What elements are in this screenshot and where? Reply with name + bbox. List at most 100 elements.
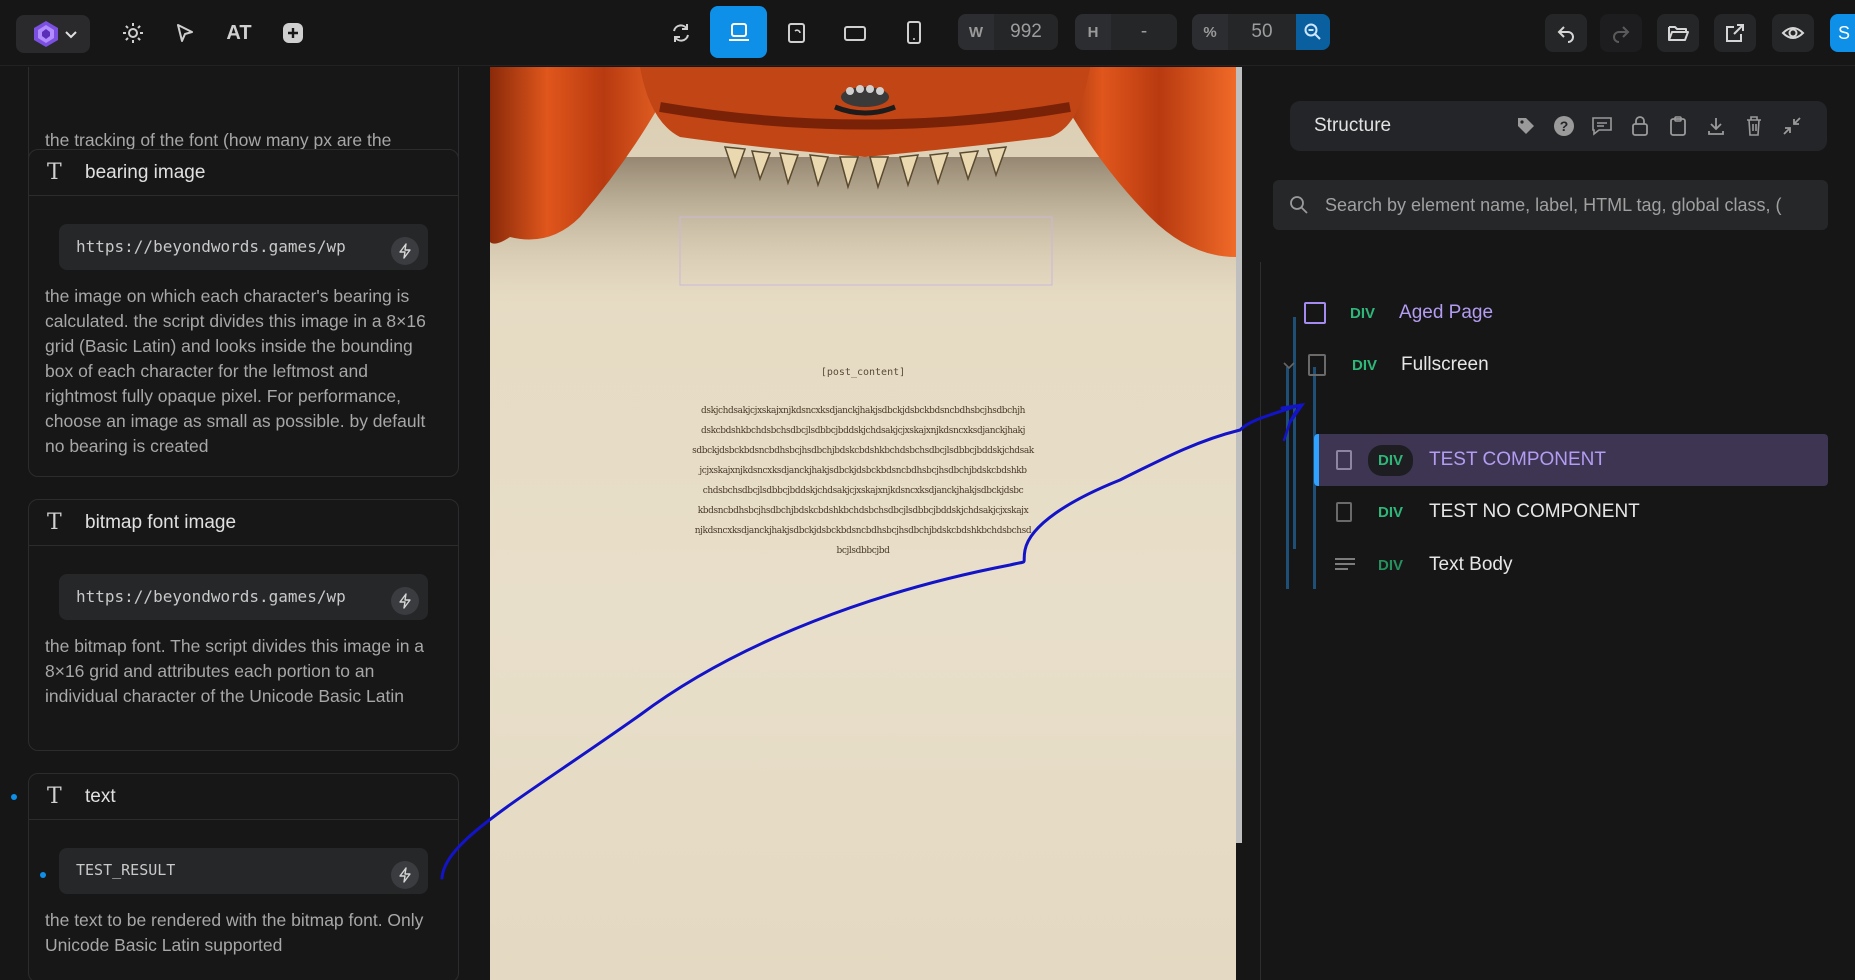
element-label: Text Body	[1429, 554, 1513, 575]
modified-indicator-dot	[11, 794, 17, 800]
redo-button[interactable]	[1600, 14, 1642, 52]
clipboard-icon[interactable]	[1666, 114, 1690, 138]
collapse-all-icon[interactable]	[1780, 114, 1804, 138]
text-input[interactable]: TEST_RESULT	[59, 848, 428, 894]
element-box-icon	[1336, 450, 1352, 470]
dynamic-data-bolt-icon[interactable]	[391, 861, 419, 889]
element-box-icon	[1304, 302, 1326, 324]
element-tag: DIV	[1350, 304, 1376, 322]
redo-icon	[1613, 26, 1630, 43]
text-type-icon: T	[47, 784, 62, 809]
tree-item-test-component[interactable]: DIV TEST COMPONENT	[1314, 434, 1828, 486]
trash-icon[interactable]	[1742, 114, 1766, 138]
height-field[interactable]: H -	[1075, 14, 1177, 50]
comment-icon[interactable]	[1590, 114, 1614, 138]
bearing-image-description: the image on which each character's bear…	[45, 286, 426, 456]
panel-divider	[1242, 67, 1250, 980]
element-label: Aged Page	[1399, 302, 1494, 323]
zoom-field[interactable]: % 50	[1192, 14, 1330, 50]
bitmap-text-line: kbdsncbdhsbcjhsdbchjbdskcbdshkbchdsbchsd…	[697, 506, 1029, 516]
dynamic-data-bolt-icon[interactable]	[391, 237, 419, 265]
undo-button[interactable]	[1545, 14, 1587, 52]
bitmap-text-output: dskjchdsakjcjxskajxnjkdsncxksdjanckjhakj…	[676, 401, 1050, 561]
structure-header: Structure ?	[1290, 101, 1827, 151]
preview-button[interactable]	[1772, 14, 1814, 52]
bitmap-text-line: bcjlsdbbcjbd	[836, 546, 890, 556]
element-box-icon	[1308, 354, 1326, 376]
tree-item-test-no-component[interactable]: DIV TEST NO COMPONENT	[1314, 487, 1828, 537]
bitmap-font-image-card: T bitmap font image https://beyondwords.…	[28, 499, 459, 751]
zoom-label: %	[1192, 14, 1228, 50]
svg-text:?: ?	[1560, 118, 1569, 134]
bitmap-text-line: chdsbchsdbcjlsdbbcjbddskjchdsakjcjxskajx…	[702, 486, 1024, 496]
bitmap-font-image-header: T bitmap font image	[29, 500, 458, 546]
open-external-button[interactable]	[1714, 14, 1756, 52]
save-button[interactable]: S	[1830, 14, 1855, 52]
bitmap-font-image-description: the bitmap font. The script divides this…	[45, 636, 425, 706]
tree-item-aged-page[interactable]: DIV Aged Page	[1290, 288, 1820, 338]
lock-icon[interactable]	[1628, 114, 1652, 138]
tree-guide-line	[1286, 367, 1289, 589]
bearing-image-input[interactable]: https://beyondwords.games/wp	[59, 224, 428, 270]
post-content-placeholder: [post_content]	[820, 367, 906, 378]
tablet-landscape-icon[interactable]	[782, 18, 812, 48]
bitmap-font-image-input[interactable]: https://beyondwords.games/wp	[59, 574, 428, 620]
structure-search[interactable]: Search by element name, label, HTML tag,…	[1273, 180, 1828, 230]
text-description: the text to be rendered with the bitmap …	[45, 910, 424, 955]
chevron-down-icon[interactable]	[1282, 358, 1296, 372]
open-folder-button[interactable]	[1657, 14, 1699, 52]
bitmap-text-line: njkdsncxksdjanckjhakjsdbckjdsbckbdsncbdh…	[694, 526, 1032, 536]
text-type-icon: T	[47, 510, 62, 535]
bitmap-font-image-value: https://beyondwords.games/wp	[76, 587, 346, 606]
dynamic-data-bolt-icon[interactable]	[391, 587, 419, 615]
height-value[interactable]: -	[1111, 21, 1177, 43]
text-value: TEST_RESULT	[76, 861, 176, 879]
refresh-icon[interactable]	[666, 18, 696, 48]
top-toolbar: AT W 992 H - % 50 S	[0, 0, 1855, 66]
cursor-select-icon[interactable]	[170, 18, 200, 48]
tag-icon[interactable]	[1514, 114, 1538, 138]
folder-open-icon	[1668, 26, 1689, 41]
structure-panel: Structure ? Search by element name, labe…	[1250, 67, 1855, 980]
element-label: TEST NO COMPONENT	[1429, 501, 1640, 522]
zoom-out-icon[interactable]	[1296, 14, 1330, 50]
selection-indicator	[1314, 434, 1319, 486]
app-menu-button[interactable]	[16, 15, 90, 53]
tree-item-text-body[interactable]: DIV Text Body	[1314, 540, 1828, 590]
bitmap-text-line: dskcbdshkbchdsbchsdbcjlsdbbcjbddskjchdsa…	[700, 426, 1026, 436]
height-label: H	[1075, 14, 1111, 50]
tree-item-fullscreen[interactable]: DIV Fullscreen	[1282, 340, 1822, 390]
canvas-preview[interactable]: [post_content] dskjchdsakjcjxskajxnjkdsn…	[490, 67, 1236, 980]
width-field[interactable]: W 992	[958, 14, 1058, 50]
structure-title: Structure	[1314, 115, 1392, 136]
width-value[interactable]: 992	[994, 21, 1058, 43]
element-tag: DIV	[1352, 356, 1378, 374]
help-icon[interactable]: ?	[1552, 114, 1576, 138]
search-icon	[1290, 196, 1308, 214]
modified-indicator-dot	[40, 872, 46, 878]
desktop-breakpoint-button[interactable]	[710, 6, 767, 58]
bearing-image-value: https://beyondwords.games/wp	[76, 237, 346, 256]
add-element-icon[interactable]	[278, 18, 308, 48]
element-box-icon	[1336, 502, 1352, 522]
text-lines-icon	[1335, 558, 1355, 570]
download-icon[interactable]	[1704, 114, 1728, 138]
search-placeholder: Search by element name, label, HTML tag,…	[1325, 195, 1782, 215]
settings-gear-icon[interactable]	[118, 18, 148, 48]
undo-icon	[1557, 26, 1574, 43]
zoom-value[interactable]: 50	[1228, 21, 1296, 43]
text-type-icon: T	[47, 160, 62, 185]
element-label: Fullscreen	[1401, 354, 1489, 375]
element-tag: DIV	[1378, 503, 1404, 521]
bearing-image-title: bearing image	[85, 161, 206, 183]
chevron-down-icon	[65, 31, 77, 39]
text-setting-card: T text TEST_RESULT the text to be render…	[28, 773, 459, 980]
mobile-icon[interactable]	[899, 18, 929, 48]
laptop-icon	[728, 23, 749, 41]
bitmap-text-line: jcjxskajxnjkdsncxksdjanckjhakjsdbckjdsbc…	[699, 466, 1027, 476]
typography-at-button[interactable]: AT	[222, 18, 256, 48]
element-label: TEST COMPONENT	[1429, 449, 1607, 470]
bearing-image-card: T bearing image https://beyondwords.game…	[28, 149, 459, 477]
element-tag: DIV	[1378, 556, 1404, 574]
tablet-icon[interactable]	[840, 18, 870, 48]
